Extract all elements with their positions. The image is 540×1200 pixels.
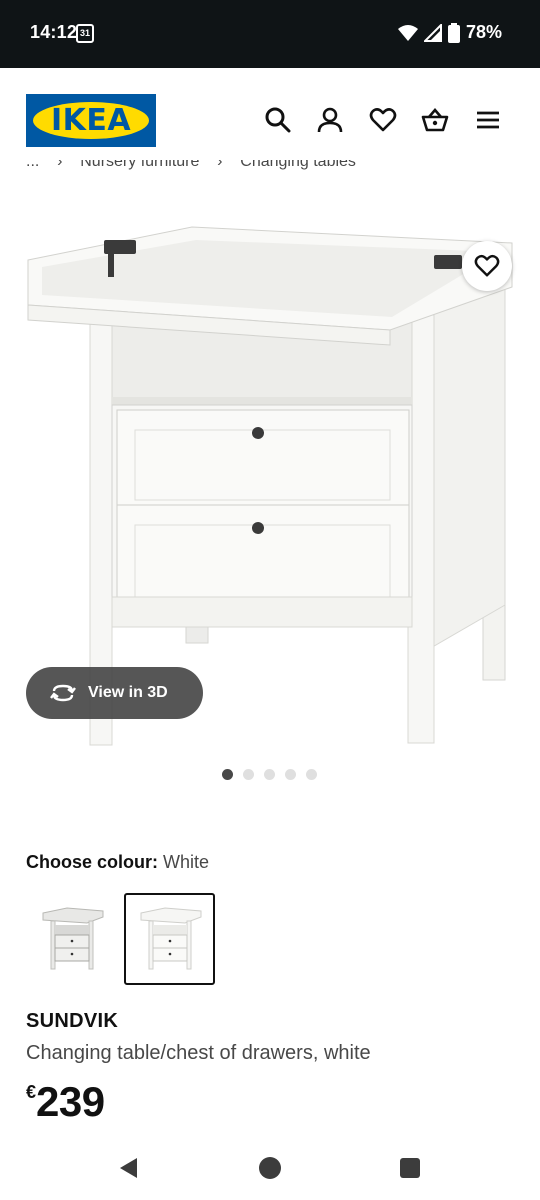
price-currency: € (26, 1082, 37, 1102)
heart-icon (474, 254, 500, 277)
battery-percent: 78% (465, 22, 502, 42)
breadcrumb-separator: › (57, 160, 63, 170)
home-icon[interactable] (258, 1156, 282, 1180)
colour-label-prefix: Choose colour: (26, 852, 159, 872)
carousel-dot[interactable] (243, 769, 254, 780)
colour-swatch-white[interactable] (124, 893, 215, 985)
menu-icon[interactable] (474, 106, 502, 134)
colour-swatch-grey-white[interactable] (26, 893, 117, 985)
swatch-thumbnail (42, 907, 103, 970)
colour-value: White (163, 852, 210, 872)
product-description: Changing table/chest of drawers, white (26, 1042, 371, 1064)
carousel-dot[interactable] (285, 769, 296, 780)
basket-icon[interactable] (421, 106, 449, 134)
breadcrumb-item[interactable]: Nursery furniture (80, 160, 199, 170)
carousel-dot[interactable] (222, 769, 233, 780)
breadcrumb-item[interactable]: Changing tables (240, 160, 356, 170)
ikea-logo[interactable]: IKEA (26, 94, 156, 147)
heart-icon[interactable] (369, 106, 397, 134)
signal-icon (423, 23, 442, 42)
battery-icon (447, 22, 460, 43)
save-to-list-button[interactable] (462, 241, 512, 291)
recents-icon[interactable] (398, 1156, 422, 1180)
search-icon[interactable] (264, 106, 292, 134)
view-in-3d-label: View in 3D (88, 684, 168, 701)
status-right: 78% (397, 22, 502, 43)
product-name: SUNDVIK (26, 1010, 119, 1032)
status-time: 14:12 (30, 22, 78, 42)
status-bar: 14:12 31 78% (0, 0, 540, 68)
product-price: €239 (26, 1078, 105, 1126)
breadcrumb-separator: › (217, 160, 223, 170)
view-in-3d-button[interactable]: View in 3D (26, 667, 203, 719)
swatch-thumbnail (140, 907, 201, 970)
rotate-3d-icon (50, 684, 76, 702)
back-icon[interactable] (117, 1156, 141, 1180)
logo-oval: IKEA (33, 102, 149, 139)
site-header: IKEA (0, 68, 540, 168)
system-nav-bar (0, 1134, 540, 1200)
price-amount: 239 (36, 1078, 105, 1125)
account-icon[interactable] (316, 106, 344, 134)
colour-label: Choose colour: White (26, 852, 209, 873)
carousel-dots (222, 769, 317, 780)
breadcrumb-item[interactable]: ... (26, 160, 39, 170)
logo-text: IKEA (50, 102, 132, 138)
carousel-dot[interactable] (306, 769, 317, 780)
wifi-icon (397, 24, 418, 41)
breadcrumb: ... › Nursery furniture › Changing table… (26, 160, 356, 172)
calendar-icon: 31 (76, 24, 94, 43)
carousel-dot[interactable] (264, 769, 275, 780)
